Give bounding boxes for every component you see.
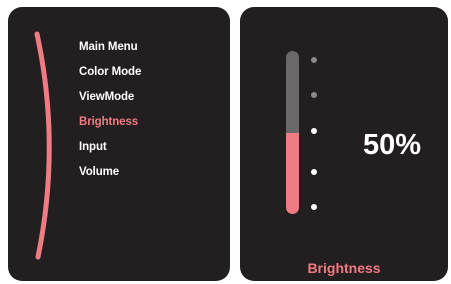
brightness-slider[interactable] [286, 51, 299, 214]
menu-item-color-mode[interactable]: Color Mode [79, 65, 141, 90]
menu-scroll-arc [34, 31, 52, 260]
menu-item-main-menu[interactable]: Main Menu [79, 40, 141, 65]
slider-tick-mark [311, 92, 317, 98]
brightness-slider-fill [286, 132, 299, 214]
menu-item-input[interactable]: Input [79, 140, 141, 165]
brightness-panel: 50% Brightness [240, 7, 448, 281]
menu-list: Main Menu Color Mode ViewMode Brightness… [79, 40, 141, 190]
slider-tick-mark [311, 57, 317, 63]
menu-panel: Main Menu Color Mode ViewMode Brightness… [8, 7, 230, 281]
brightness-value: 50% [363, 129, 422, 161]
menu-item-brightness[interactable]: Brightness [79, 115, 141, 140]
brightness-label: Brightness [307, 260, 381, 276]
slider-tick-mark [311, 169, 317, 175]
menu-item-viewmode[interactable]: ViewMode [79, 90, 141, 115]
menu-item-volume[interactable]: Volume [79, 165, 141, 190]
slider-tick-mark [311, 204, 317, 210]
slider-tick-mark [311, 128, 317, 134]
